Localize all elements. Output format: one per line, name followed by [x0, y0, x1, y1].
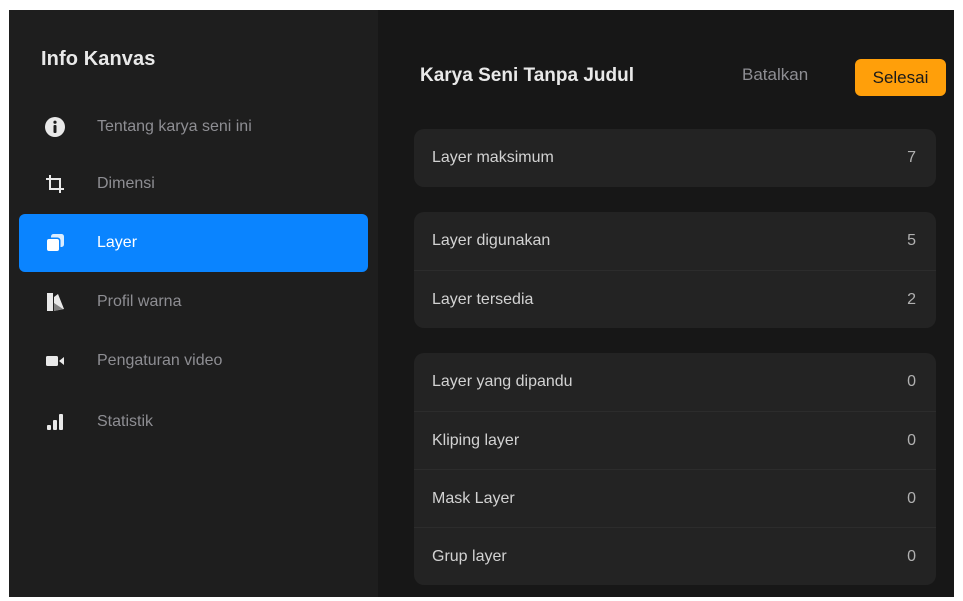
list-item: Kliping layer 0 — [414, 411, 936, 469]
row-value: 5 — [907, 232, 916, 249]
list-item: Layer tersedia 2 — [414, 270, 936, 328]
row-value: 0 — [907, 547, 916, 565]
row-value: 0 — [907, 489, 916, 507]
layer-types-group: Layer yang dipandu 0 Kliping layer 0 Mas… — [414, 353, 936, 585]
sidebar-item-about[interactable]: Tentang karya seni ini — [19, 98, 368, 156]
layer-usage-group: Layer digunakan 5 Layer tersedia 2 — [414, 212, 936, 328]
sidebar-item-color-profile[interactable]: Profil warna — [19, 273, 368, 331]
canvas-info-panel: Info Kanvas Tentang karya seni ini Dimen… — [9, 10, 954, 597]
sidebar-item-layers[interactable]: Layer — [19, 214, 368, 272]
page-title: Karya Seni Tanpa Judul — [420, 65, 634, 86]
row-label: Layer yang dipandu — [432, 373, 573, 390]
sidebar-item-video-settings[interactable]: Pengaturan video — [19, 332, 368, 390]
cancel-button[interactable]: Batalkan — [742, 65, 808, 85]
sidebar-item-label: Dimensi — [97, 175, 155, 192]
main-content: Karya Seni Tanpa Judul Batalkan Selesai … — [378, 10, 954, 597]
layers-icon — [43, 231, 67, 255]
row-label: Kliping layer — [432, 431, 520, 449]
sidebar-title: Info Kanvas — [41, 48, 156, 70]
row-label: Layer maksimum — [432, 149, 554, 166]
row-value: 7 — [907, 149, 916, 166]
info-icon — [43, 115, 67, 139]
list-item: Grup layer 0 — [414, 527, 936, 585]
list-item: Layer digunakan 5 — [414, 212, 936, 270]
row-label: Grup layer — [432, 547, 507, 565]
list-item: Mask Layer 0 — [414, 469, 936, 527]
sidebar: Info Kanvas Tentang karya seni ini Dimen… — [9, 10, 378, 597]
row-value: 0 — [907, 373, 916, 390]
layer-max-group: Layer maksimum 7 — [414, 129, 936, 187]
list-item: Layer yang dipandu 0 — [414, 353, 936, 411]
row-value: 0 — [907, 431, 916, 449]
done-button[interactable]: Selesai — [855, 59, 946, 96]
row-label: Mask Layer — [432, 489, 515, 507]
list-item: Layer maksimum 7 — [414, 129, 936, 187]
sidebar-item-dimensions[interactable]: Dimensi — [19, 155, 368, 213]
video-camera-icon — [43, 349, 67, 373]
sidebar-item-statistics[interactable]: Statistik — [19, 393, 368, 451]
sidebar-item-label: Pengaturan video — [97, 352, 223, 369]
sidebar-item-label: Tentang karya seni ini — [97, 118, 252, 135]
crop-icon — [43, 172, 67, 196]
sidebar-item-label: Layer — [97, 234, 138, 251]
row-label: Layer tersedia — [432, 290, 534, 308]
bar-chart-icon — [43, 410, 67, 434]
sidebar-item-label: Profil warna — [97, 293, 182, 310]
sidebar-item-label: Statistik — [97, 413, 154, 430]
row-label: Layer digunakan — [432, 232, 551, 249]
color-profile-icon — [43, 290, 67, 314]
row-value: 2 — [907, 290, 916, 308]
